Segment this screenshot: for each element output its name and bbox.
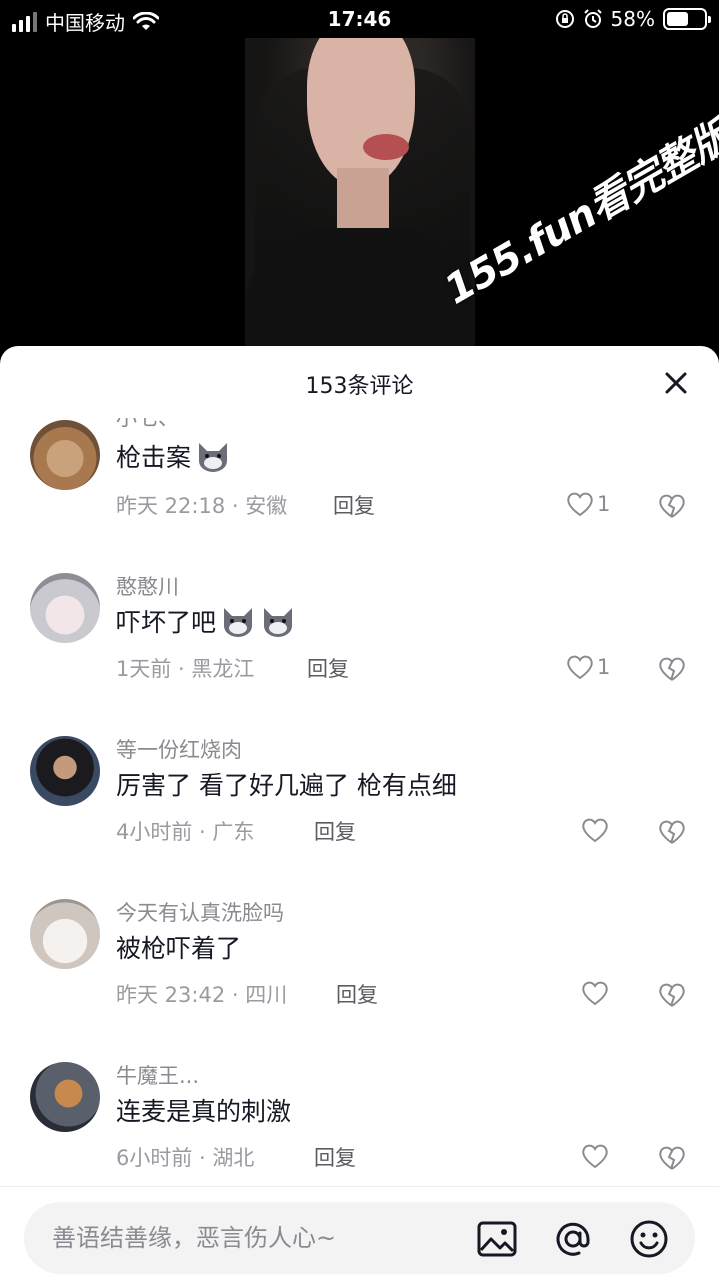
comment-input-bar [24,1202,695,1274]
broken-heart-icon[interactable] [657,818,687,846]
comment-meta: 6小时前 · 湖北 [116,1146,255,1170]
divider [0,1186,719,1187]
like-button[interactable] [580,816,610,844]
comment-text-content: 连麦是真的刺激 [116,1097,292,1126]
like-count: 1 [597,492,611,516]
comment-input[interactable] [52,1218,432,1258]
avatar[interactable] [30,573,100,643]
alarm-icon [583,9,602,28]
comment-meta: 昨天 22:18 · 安徽 [116,494,288,518]
comment-item: 憨憨川 吓坏了吧 1天前 · 黑龙江 回复 1 [0,567,719,730]
battery-icon [663,8,711,30]
comment-meta: 4小时前 · 广东 [116,820,255,844]
avatar[interactable] [30,736,100,806]
dog-emoji-icon [264,608,293,637]
rotation-lock-icon [555,10,574,28]
comment-author[interactable]: 等一份红烧肉 [116,734,242,764]
smiley-icon[interactable] [628,1218,670,1260]
like-button[interactable] [580,1142,610,1170]
battery-percent: 58% [610,7,655,31]
at-icon[interactable] [552,1218,594,1260]
avatar[interactable] [30,420,100,490]
comment-text-content: 厉害了 看了好几遍了 枪有点细 [116,771,457,800]
comment-list[interactable]: 小七、 枪击案 昨天 22:18 · 安徽 回复 1 憨憨川 吓坏了吧 1天前 … [0,418,719,1188]
status-bar: 中国移动 17:46 58% [0,0,719,40]
avatar[interactable] [30,899,100,969]
like-count: 1 [597,655,611,679]
heart-icon [582,818,608,843]
heart-icon [567,655,593,680]
comment-text: 被枪吓着了 [116,929,241,965]
comments-count-title: 153条评论 [305,374,414,399]
broken-heart-icon[interactable] [657,981,687,1009]
heart-icon [582,1144,608,1169]
close-icon[interactable] [661,368,691,398]
like-button[interactable] [580,979,610,1007]
heart-icon [567,492,593,517]
comment-author[interactable]: 今天有认真洗脸吗 [116,897,284,927]
comment-author[interactable]: 憨憨川 [116,571,179,601]
video-frame[interactable] [245,38,475,348]
video-watermark: 155.fun看完整版 [437,112,719,314]
reply-button[interactable]: 回复 [314,1142,356,1172]
avatar[interactable] [30,1062,100,1132]
comment-item: 牛魔王... 连麦是真的刺激 6小时前 · 湖北 回复 [0,1056,719,1188]
comment-text-content: 被枪吓着了 [116,934,242,963]
comment-author[interactable]: 牛魔王... [116,1060,199,1090]
broken-heart-icon[interactable] [657,655,687,683]
like-button[interactable]: 1 [565,653,610,681]
broken-heart-icon[interactable] [657,1144,687,1172]
comment-item: 等一份红烧肉 厉害了 看了好几遍了 枪有点细 4小时前 · 广东 回复 [0,730,719,893]
reply-button[interactable]: 回复 [336,979,378,1009]
comment-item: 今天有认真洗脸吗 被枪吓着了 昨天 23:42 · 四川 回复 [0,893,719,1056]
comment-text-content: 枪击案 [116,443,192,472]
dog-emoji-icon [224,608,253,637]
broken-heart-icon[interactable] [657,492,687,520]
comment-text: 厉害了 看了好几遍了 枪有点细 [116,766,457,802]
comment-item: 小七、 枪击案 昨天 22:18 · 安徽 回复 1 [0,418,719,567]
reply-button[interactable]: 回复 [314,816,356,846]
comment-meta: 昨天 23:42 · 四川 [116,983,288,1007]
comment-text: 吓坏了吧 [116,603,296,639]
comment-text: 连麦是真的刺激 [116,1092,291,1128]
comment-text-content: 吓坏了吧 [116,608,217,637]
image-icon[interactable] [476,1218,518,1260]
reply-button[interactable]: 回复 [307,653,349,683]
comments-sheet: 153条评论 小七、 枪击案 昨天 22:18 · 安徽 回复 1 憨憨川 吓坏… [0,346,719,1280]
comment-text: 枪击案 [116,438,231,474]
heart-icon [582,981,608,1006]
comment-author[interactable]: 小七、 [116,418,179,432]
reply-button[interactable]: 回复 [333,490,375,520]
dog-emoji-icon [199,443,228,472]
comment-meta: 1天前 · 黑龙江 [116,657,255,681]
like-button[interactable]: 1 [565,490,610,518]
